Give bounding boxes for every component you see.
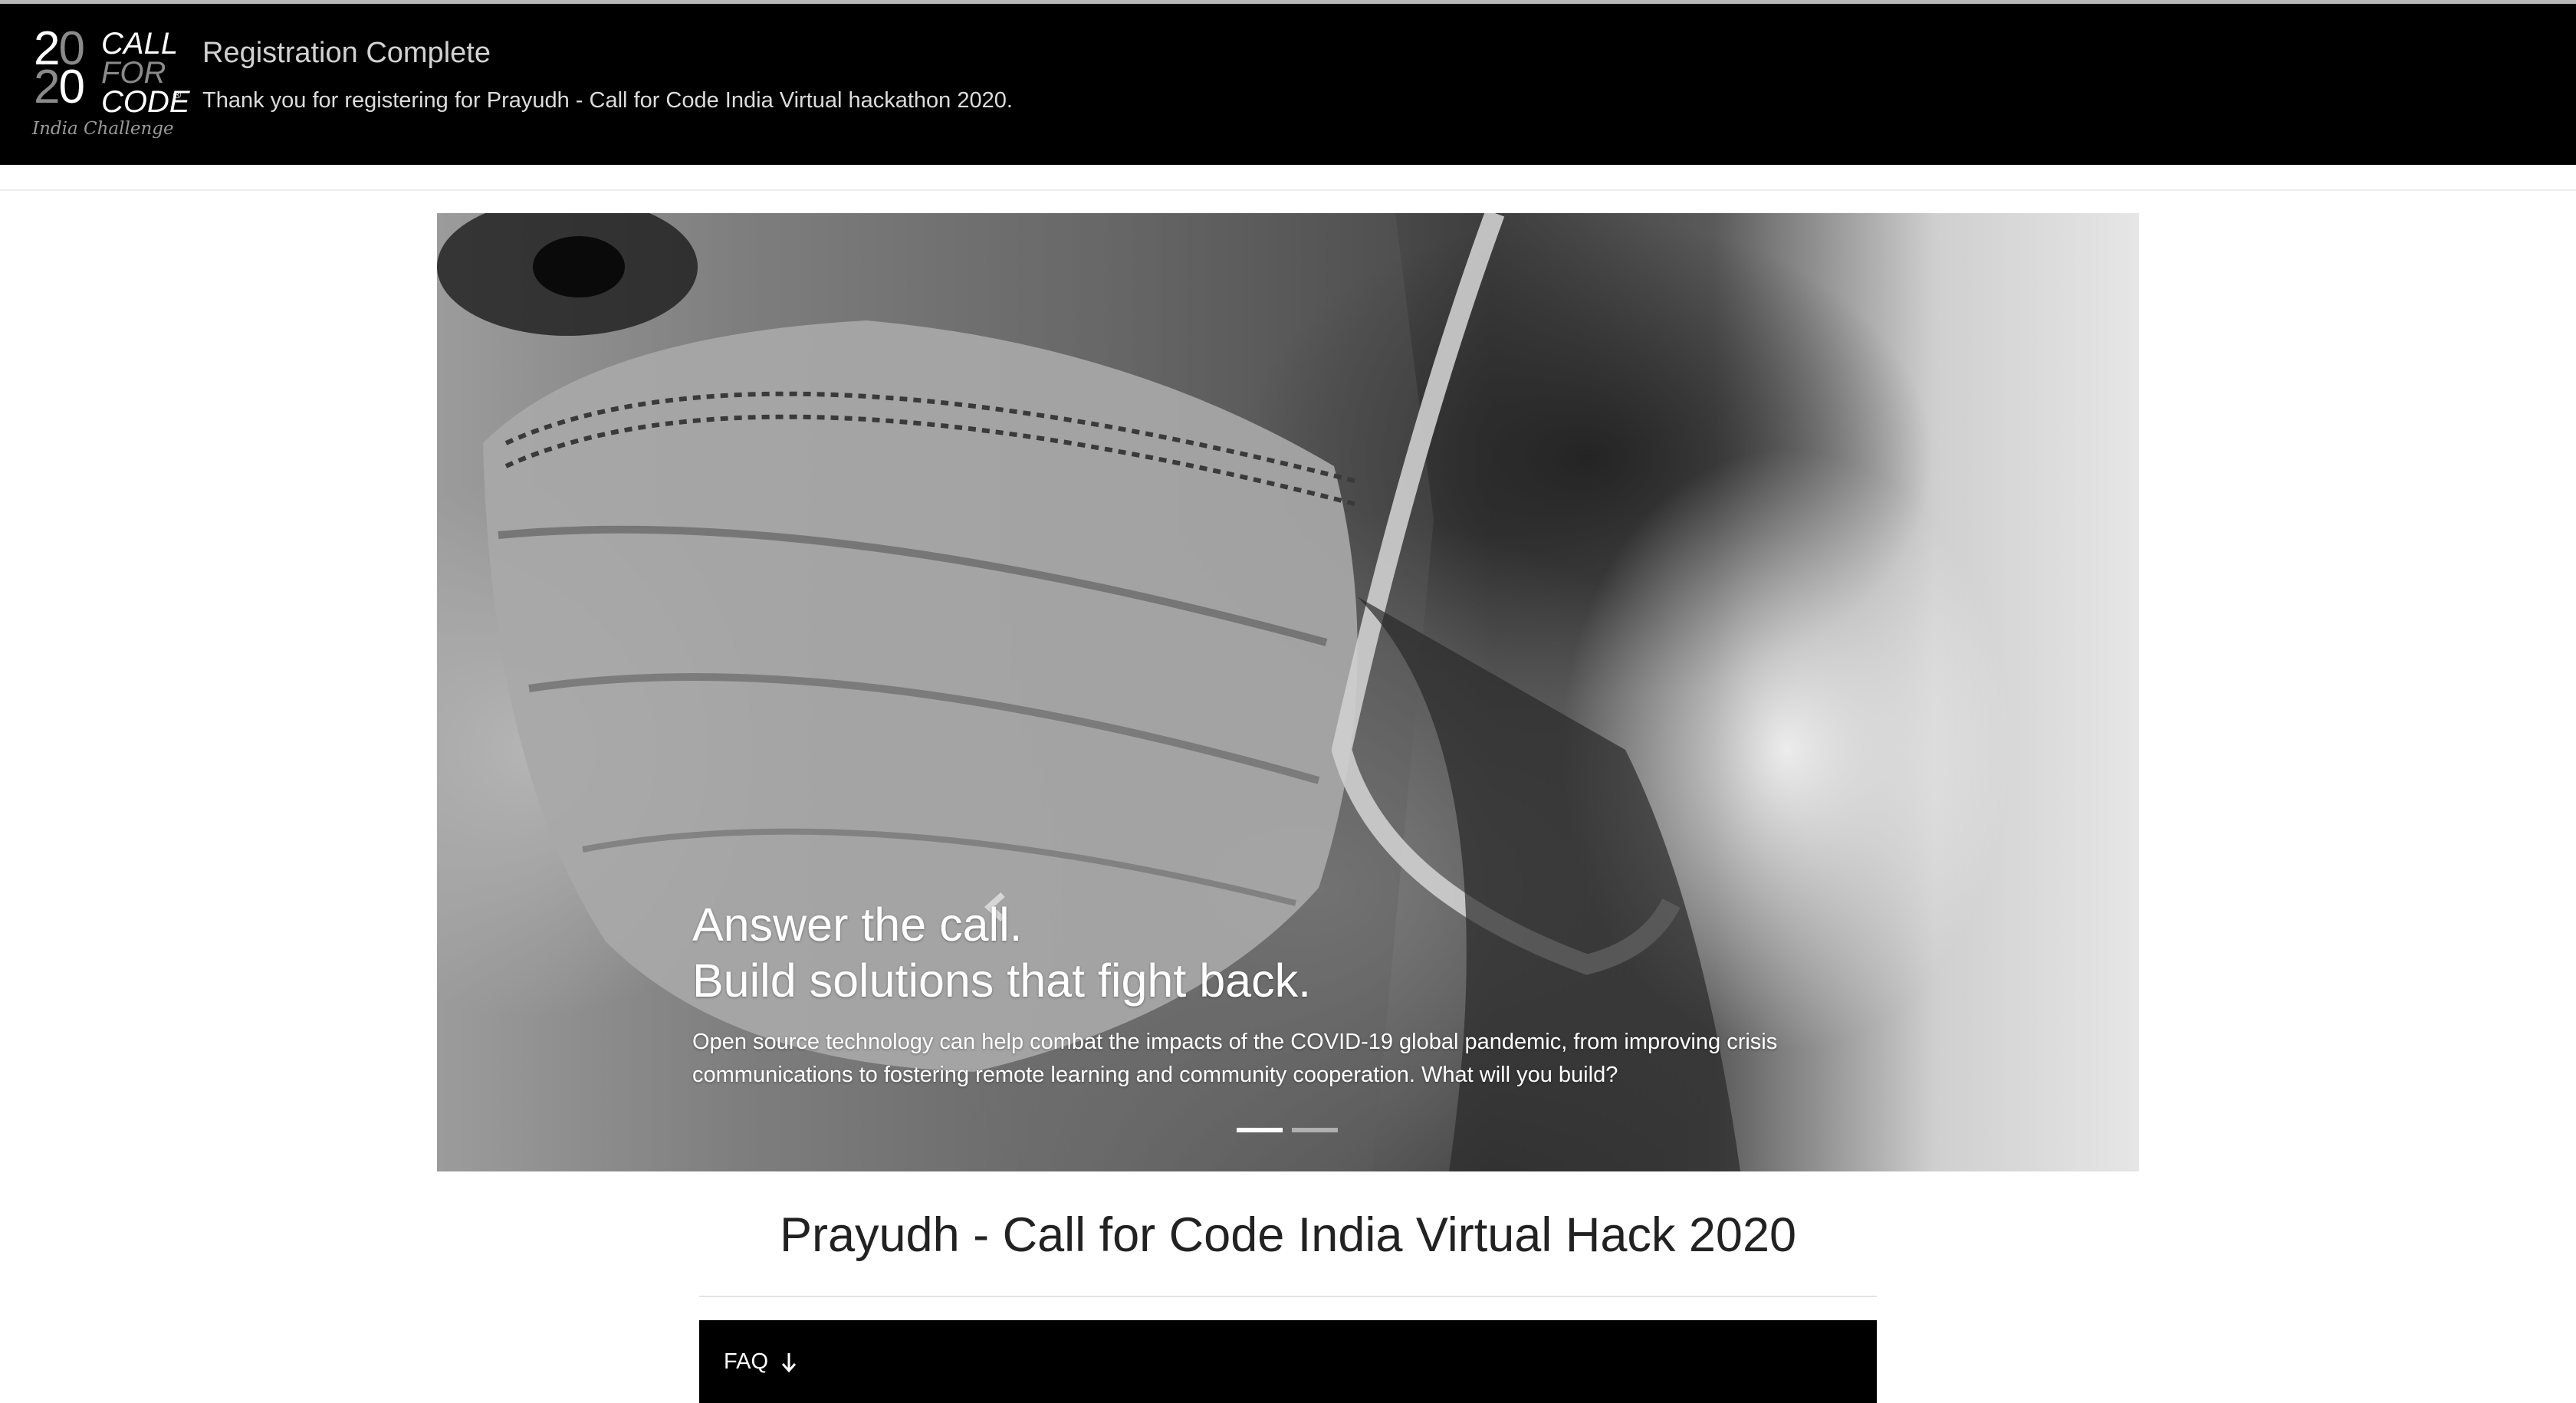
carousel-indicator-2[interactable] <box>1292 1128 1338 1132</box>
logo-year-bottom: 20 <box>34 61 85 113</box>
carousel-caption: Answer the call. Build solutions that fi… <box>692 897 1842 1092</box>
faq-label: FAQ <box>724 1349 769 1374</box>
header-bar: 20 20 CALL FOR CODE ® India Challenge Re… <box>0 4 2576 165</box>
call-for-code-logo[interactable]: 20 20 CALL FOR CODE ® India Challenge <box>28 24 190 146</box>
caption-headline-1: Answer the call. <box>692 899 1023 951</box>
logo-word-for: FOR <box>101 56 166 90</box>
logo-registered-mark: ® <box>173 88 182 100</box>
registration-message: Thank you for registering for Prayudh - … <box>202 88 1013 113</box>
header-divider <box>0 189 2576 191</box>
carousel-indicators <box>1237 1128 1338 1132</box>
caption-body: Open source technology can help combat t… <box>692 1030 1778 1087</box>
faq-label-wrap: FAQ <box>724 1349 797 1375</box>
registration-title: Registration Complete <box>202 37 491 69</box>
logo-subtitle: India Challenge <box>32 119 174 139</box>
page-title: Prayudh - Call for Code India Virtual Ha… <box>779 1208 1797 1262</box>
carousel-indicator-1[interactable] <box>1237 1128 1283 1132</box>
title-divider <box>699 1296 1877 1297</box>
arrow-down-icon <box>781 1353 797 1373</box>
logo-word-call: CALL <box>101 27 179 61</box>
faq-toggle[interactable]: FAQ <box>699 1320 1877 1403</box>
hero-carousel[interactable]: Answer the call. Build solutions that fi… <box>437 213 2139 1171</box>
caption-headline-2: Build solutions that fight back. <box>692 955 1312 1007</box>
